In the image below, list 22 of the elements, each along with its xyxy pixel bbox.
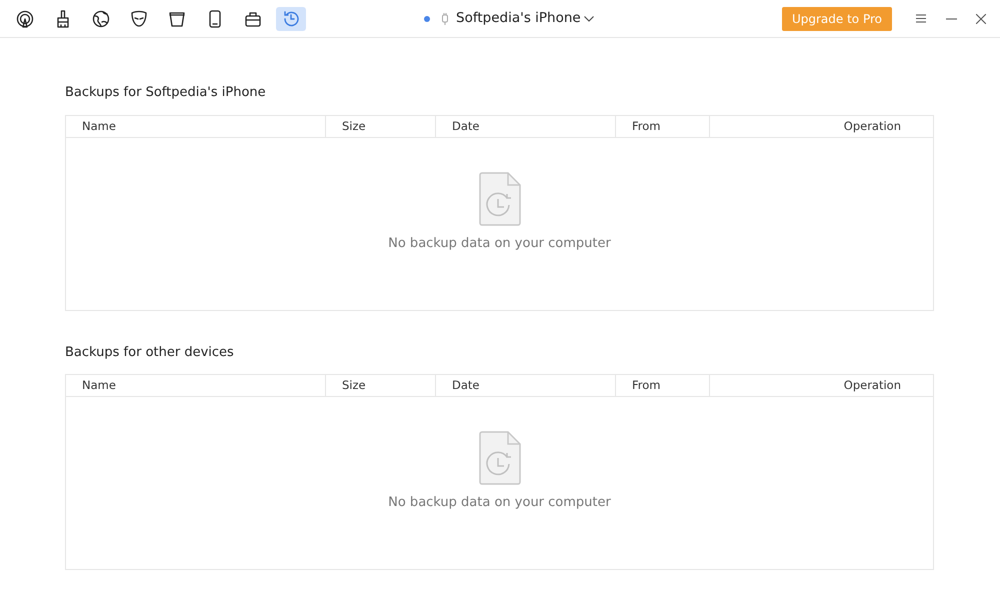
column-header: Operation — [842, 377, 902, 394]
column-header: Size — [326, 116, 436, 136]
history-icon[interactable] — [276, 6, 306, 30]
empty-message: No backup data on your computer — [388, 234, 611, 252]
section-title: Backups for other devices — [65, 344, 235, 362]
column-header: From — [616, 375, 710, 396]
column-header: Name — [66, 116, 326, 136]
section-title: Backups for Softpedia's iPhone — [65, 84, 267, 102]
column-header: Date — [436, 116, 616, 136]
menu-icon[interactable] — [914, 12, 928, 26]
empty-message: No backup data on your computer — [388, 494, 611, 512]
column-header: From — [616, 116, 710, 136]
column-header: Date — [436, 375, 616, 396]
column-header: Operation — [842, 118, 902, 134]
column-header: Size — [326, 375, 436, 396]
chevron-icon — [584, 16, 594, 22]
column-header: Name — [66, 375, 326, 396]
file-clock-icon — [478, 431, 520, 485]
file-clock-icon — [478, 172, 520, 226]
cable-icon — [442, 12, 448, 24]
device-selector[interactable]: Softpedia's iPhone — [456, 8, 594, 29]
close-icon[interactable] — [974, 12, 988, 26]
